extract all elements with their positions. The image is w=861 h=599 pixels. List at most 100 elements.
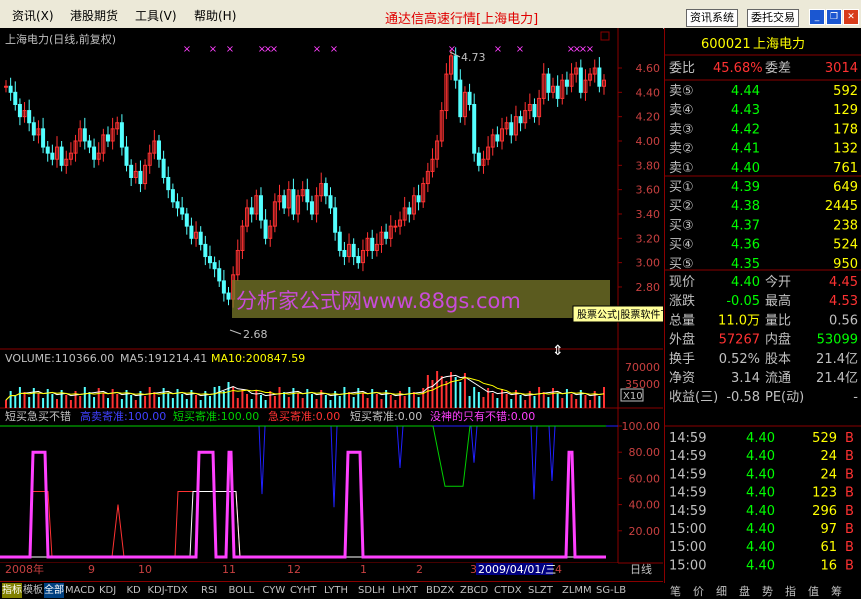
candle-body [82, 128, 87, 142]
candle-body [416, 195, 421, 203]
info-system-button[interactable]: 资讯系统 [686, 9, 738, 27]
candle-body [31, 122, 36, 136]
signal-marker: × [516, 44, 524, 55]
candle-body [337, 231, 342, 251]
indicator-tab[interactable]: KD [127, 583, 141, 598]
indicator-tab[interactable]: SDLH [358, 583, 385, 598]
stat-value: 57267 [719, 333, 760, 348]
candle-body [532, 103, 537, 118]
date-tick: 3 [470, 563, 477, 575]
stat-label: 内盘 [765, 332, 791, 348]
high-label: 4.73 [461, 51, 486, 64]
tick-time: 15:00 [669, 540, 706, 555]
ma10-label: MA10:200847.59 [211, 352, 305, 365]
quote-tab[interactable]: 势 [762, 583, 773, 599]
tick-time: 14:59 [669, 504, 706, 519]
sell-price: 4.42 [731, 122, 760, 137]
indicator-tab[interactable]: MACD [65, 583, 95, 598]
indicator-tick: 20.00 [629, 525, 661, 538]
candle-body [87, 140, 92, 148]
indicator-tab[interactable]: SLZT [528, 583, 553, 598]
candle-body [50, 152, 55, 160]
indicator-tick: 60.00 [629, 472, 661, 485]
candle-body [221, 280, 226, 294]
restore-icon[interactable]: ❐ [826, 9, 842, 25]
price-tick: 3.80 [636, 159, 661, 172]
stat-value: 21.4亿 [816, 371, 858, 386]
stat-value: 4.40 [731, 275, 760, 290]
stat-value: 0.52% [719, 352, 760, 367]
candle-body [546, 73, 551, 93]
candle-body [105, 134, 110, 142]
signal-marker: × [494, 44, 502, 55]
indicator-tab[interactable]: 全部 [44, 583, 64, 598]
indicator-tab[interactable]: BDZX [426, 583, 454, 598]
candle-body [342, 249, 347, 258]
indicator-tab[interactable]: LHXT [392, 583, 418, 598]
indicator-label: 没神的只有不错:0.00 [430, 409, 535, 423]
vol-unit: X10 [623, 391, 643, 402]
indicator-tab[interactable]: KDJ-TDX [148, 583, 188, 598]
indicator-tab[interactable]: 指标 [2, 583, 22, 598]
stat-label: 涨跌 [669, 293, 695, 309]
tick-price: 4.40 [746, 522, 775, 537]
stat-value: -0.05 [726, 294, 760, 309]
quote-tab[interactable]: 盘 [739, 583, 750, 599]
indicator-tab[interactable]: 模板 [23, 583, 43, 598]
signal-marker: × [586, 44, 594, 55]
indicator-tab[interactable]: KDJ [99, 583, 116, 598]
indicator-tab[interactable]: LYTH [324, 583, 348, 598]
close-icon[interactable]: ✕ [843, 9, 859, 25]
quote-tab[interactable]: 细 [716, 583, 727, 599]
stat-label: 总量 [669, 313, 695, 328]
tick-side: B [845, 467, 854, 482]
tick-time: 14:59 [669, 449, 706, 464]
indicator-tab[interactable]: BOLL [229, 583, 255, 598]
quote-tab[interactable]: 笔 [670, 583, 681, 599]
indicator-tab[interactable]: ZLMM [562, 583, 592, 598]
chart-area[interactable]: 上海电力(日线,前复权) 4.60 4.40 4.20 4.00 3.80 3.60 3.40… [0, 28, 854, 576]
indicator-tab[interactable]: CYW [263, 583, 286, 598]
indicator-tab[interactable]: CYHT [290, 583, 317, 598]
stat-label: 换手 [669, 352, 695, 367]
menu-tools[interactable]: 工具(V) [135, 7, 177, 24]
indicator-tab[interactable]: SG-LB [596, 583, 626, 598]
indicator-tab[interactable]: CTDX [494, 583, 522, 598]
indicator-tab[interactable]: ZBCD [460, 583, 488, 598]
tick-side: B [845, 504, 854, 519]
signal-marker: × [270, 44, 278, 55]
menu-help[interactable]: 帮助(H) [194, 7, 236, 24]
tick-time: 15:00 [669, 522, 706, 537]
kline-chart[interactable]: 上海电力(日线,前复权) 4.60 4.40 4.20 4.00 3.80 3.60 3.40… [0, 28, 854, 576]
stat-value: 53099 [817, 333, 858, 348]
quote-tab[interactable]: 价 [693, 583, 704, 599]
quote-tab[interactable]: 值 [808, 583, 819, 599]
candle-body [217, 268, 222, 282]
indicator-tab[interactable]: RSI [201, 583, 217, 598]
price-tick: 4.00 [636, 135, 661, 148]
sell-label: 卖④ [669, 103, 694, 118]
volume-label: VOLUME:110366.00 [5, 352, 114, 365]
trade-button[interactable]: 委托交易 [747, 9, 799, 27]
candle-body [45, 146, 50, 154]
menu-info[interactable]: 资讯(X) [12, 7, 54, 24]
signal-marker: × [209, 44, 217, 55]
candle-body [495, 134, 500, 142]
stat-value: 4.45 [829, 275, 858, 290]
date-highlight-label: 2009/04/01/三 [478, 563, 556, 575]
candle-body [597, 67, 602, 87]
quote-tab[interactable]: 指 [785, 583, 796, 599]
candle-body [189, 225, 194, 239]
menu-hk-futures[interactable]: 港股期货 [70, 7, 118, 24]
minimize-icon[interactable]: _ [809, 9, 825, 25]
candle-body [309, 201, 314, 215]
price-tick: 4.40 [636, 86, 661, 99]
stock-code: 600021 [701, 37, 751, 52]
tick-vol: 97 [820, 522, 837, 537]
candle-body [258, 195, 263, 221]
candle-body [323, 183, 328, 197]
candle-body [175, 201, 180, 209]
vol-tick: 70000 [625, 361, 660, 374]
buy-label: 买③ [669, 218, 694, 233]
quote-tab[interactable]: 筹 [831, 583, 842, 599]
